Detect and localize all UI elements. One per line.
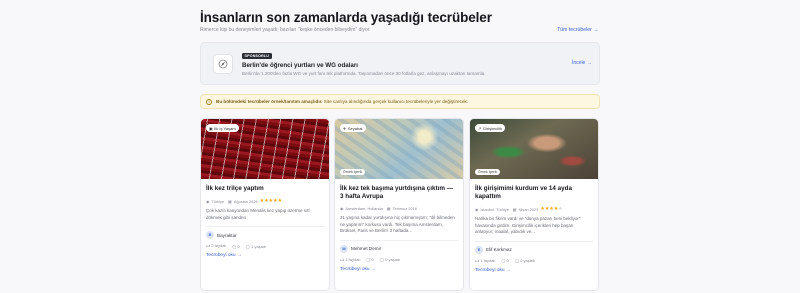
divider (340, 239, 458, 241)
card-title[interactable]: İlk kez tek başıma yurtdışına çıktım — 3… (340, 185, 458, 201)
category-tag: ▣ İlk İş Yaşam (206, 124, 239, 132)
avatar: M (340, 244, 348, 253)
sponsor-description: Berlin'da 1.200'den fazla WG ve yurt fan… (242, 71, 486, 76)
user-icon: ◯ (514, 258, 520, 264)
location-pin-icon: ◉ (206, 198, 210, 204)
user-icon: ◯ (245, 243, 251, 249)
comment-count[interactable]: ▢ 0 (366, 257, 373, 262)
card-stats: 👍︎ 2 faydalı ▢ 0 ◯ 1 yaşadı (206, 243, 324, 249)
helpful-button[interactable]: 👍︎ 2 faydalı (206, 243, 226, 249)
card-meta: ◉ Amsterdam, Hollanda ▦ Temmuz 2016 (340, 206, 417, 212)
notice-bold: Bu bölümdeki tecrübeler örnek/tanıtım am… (216, 99, 323, 104)
card-description: Harika bir fikrim vardı ve "dünya pazarı… (475, 216, 581, 235)
card-stats: 👍︎ 1 faydalı ▢ 0 ◯ 0 yaşadı (475, 258, 593, 264)
comment-count[interactable]: ▢ 0 (501, 258, 508, 263)
info-icon: ! (206, 98, 212, 105)
comment-icon: ▢ (232, 243, 237, 249)
location-pin-icon: ◉ (340, 206, 344, 212)
card-stats: 👍︎ 1 faydalı ▢ 0 ◯ 0 yaşadı (340, 257, 458, 263)
star-rating: ★★★★★ (540, 206, 563, 213)
user-icon: ◯ (379, 257, 385, 263)
author-name: Mehmet Demir (351, 246, 382, 252)
avatar: B (206, 231, 214, 240)
read-experience-link[interactable]: Tecrübeyi oku → (475, 268, 593, 273)
card-title[interactable]: İlk girişimimi kurdum ve 14 ayda kapattı… (475, 185, 593, 201)
experience-card[interactable]: ✈ Seyahat Örnek içerik İlk kez tek başım… (334, 118, 464, 291)
calendar-icon: ▦ (386, 206, 391, 212)
calendar-icon: ▦ (512, 206, 517, 212)
card-description: Çok kazılı kanyondan Menalis kez yapıp ü… (206, 208, 310, 220)
page-title: İnsanların son zamanlarda yaşadığı tecrü… (200, 10, 492, 25)
card-image[interactable]: ▣ İlk İş Yaşam (201, 119, 329, 179)
author-name: Elif Korkmaz (486, 247, 512, 253)
read-experience-link[interactable]: Tecrübeyi oku → (340, 267, 458, 272)
card-author[interactable]: E Elif Korkmaz (475, 245, 593, 254)
all-experiences-link[interactable]: Tüm tecrübeler → (557, 27, 599, 33)
card-author[interactable]: M Mehmet Demir (340, 244, 458, 253)
author-name: Bayraktar (217, 232, 237, 238)
helpful-button[interactable]: 👍︎ 1 faydalı (475, 258, 495, 264)
experience-card[interactable]: ▣ İlk İş Yaşam İlk kez trilçe yaptım ◉ T… (200, 118, 330, 291)
plane-icon: ✈ (343, 125, 347, 131)
card-meta: ◉ Türkiye ▦ Ağustos 2026 ★★★★★ (206, 198, 282, 205)
divider (206, 226, 324, 228)
avatar: E (475, 245, 483, 254)
location-pin-icon: ◉ (475, 206, 479, 212)
star-rating: ★★★★★ (259, 198, 282, 205)
notice-banner: ! Bu bölümdeki tecrübeler örnek/tanıtım … (200, 94, 600, 109)
experienced-count[interactable]: ◯ 1 yaşadı (246, 244, 267, 249)
card-meta: ◉ İstanbul, Türkiye ▦ Nisan 2023 ★★★★★ (475, 206, 563, 213)
category-tag: ↗ Girişimcilik (475, 124, 505, 132)
sponsored-banner[interactable]: SPONSORLU Berlin'de öğrenci yurtları ve … (200, 42, 600, 85)
thumbs-up-icon: 👍︎ (340, 256, 345, 262)
thumbs-up-icon: 👍︎ (475, 257, 480, 263)
comment-icon: ▢ (501, 258, 506, 264)
example-badge: Örnek içerik (475, 169, 501, 175)
compass-icon (213, 54, 233, 74)
trend-icon: ↗ (478, 125, 482, 131)
card-author[interactable]: B Bayraktar (206, 231, 324, 240)
page-subtitle: Rimerce kişi bu deneyimleri yaşadı; bazı… (200, 27, 371, 33)
briefcase-icon: ▣ (209, 125, 213, 131)
sponsor-view-link[interactable]: İncele → (572, 60, 592, 66)
calendar-icon: ▦ (228, 198, 232, 204)
notice-text: Site canlıya alındığında gerçek kullanıc… (322, 99, 468, 104)
helpful-button[interactable]: 👍︎ 1 faydalı (340, 257, 360, 263)
category-tag: ✈ Seyahat (340, 124, 366, 132)
sponsor-title: Berlin'de öğrenci yurtları ve WG odaları (242, 62, 358, 69)
read-experience-link[interactable]: Tecrübeyi oku → (206, 253, 324, 258)
experience-card[interactable]: ↗ Girişimcilik Örnek içerik İlk girişimi… (469, 118, 599, 291)
card-image[interactable]: ↗ Girişimcilik Örnek içerik (470, 119, 598, 179)
comment-icon: ▢ (366, 257, 371, 263)
experienced-count[interactable]: ◯ 0 yaşadı (380, 257, 401, 262)
sponsored-badge: SPONSORLU (242, 53, 272, 59)
divider (475, 240, 593, 242)
experienced-count[interactable]: ◯ 0 yaşadı (515, 258, 536, 263)
example-badge: Örnek içerik (340, 169, 366, 175)
card-image[interactable]: ✈ Seyahat Örnek içerik (335, 119, 463, 179)
comment-count[interactable]: ▢ 0 (232, 244, 239, 249)
thumbs-up-icon: 👍︎ (206, 243, 211, 249)
card-description: 31 yaşına kadar yurtdışına hiç çıkmamışt… (340, 215, 455, 234)
card-title[interactable]: İlk kez trilçe yaptım (206, 185, 324, 193)
